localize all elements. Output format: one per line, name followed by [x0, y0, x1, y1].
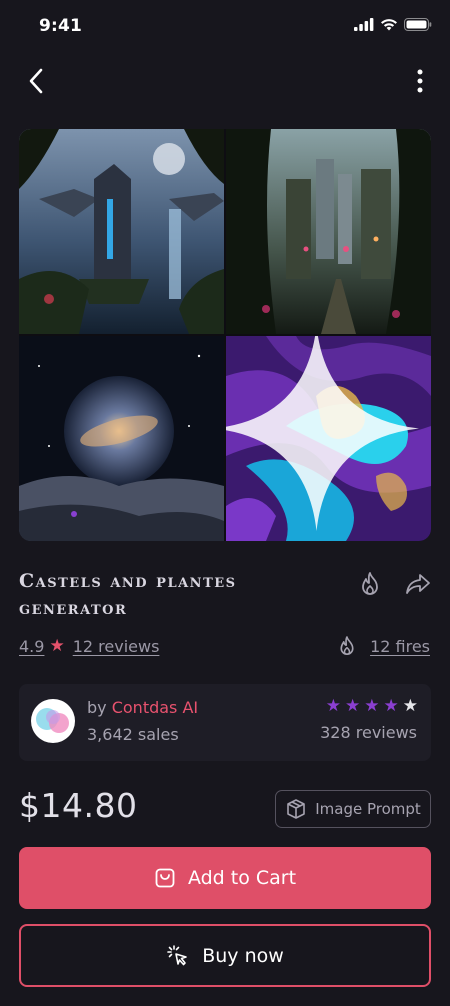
- image-prompt-label: Image Prompt: [315, 800, 421, 818]
- star-icon: ★: [325, 696, 341, 716]
- star-icon: ★: [345, 696, 361, 716]
- share-icon: [406, 574, 430, 594]
- seller-star-rating: ★ ★ ★ ★ ★: [326, 696, 418, 716]
- more-options-button[interactable]: [410, 66, 430, 96]
- rating-value[interactable]: 4.9: [19, 637, 44, 656]
- fire-button[interactable]: [356, 570, 384, 598]
- product-title: Castels and plantes generator: [19, 570, 237, 619]
- battery-icon: [404, 18, 432, 31]
- seller-avatar[interactable]: [31, 699, 75, 743]
- signal-icon: [354, 18, 374, 31]
- status-time: 9:41: [39, 16, 83, 36]
- star-icon: ★: [383, 696, 399, 716]
- rating-row: 4.9 ★ 12 reviews: [19, 634, 159, 658]
- gallery-image-jungle-city[interactable]: [226, 129, 431, 334]
- status-bar: 9:41: [0, 0, 450, 54]
- back-arrow-icon: [29, 68, 43, 94]
- status-icons: [354, 18, 432, 31]
- click-icon: [167, 944, 188, 965]
- star-icon: ★: [402, 696, 418, 716]
- buy-now-label: Buy now: [202, 944, 284, 967]
- more-vertical-icon: [417, 69, 423, 93]
- reviews-link[interactable]: 12 reviews: [73, 637, 160, 656]
- image-gallery[interactable]: [19, 129, 431, 541]
- box-icon: [287, 799, 306, 819]
- share-button[interactable]: [404, 570, 432, 598]
- seller-by-prefix: by: [87, 698, 107, 717]
- image-prompt-button[interactable]: Image Prompt: [275, 790, 431, 828]
- gallery-image-galaxy-orb[interactable]: [19, 336, 224, 541]
- seller-sales: 3,642 sales: [87, 725, 179, 744]
- seller-reviews[interactable]: 328 reviews: [320, 723, 417, 742]
- buy-now-button[interactable]: Buy now: [19, 924, 431, 987]
- sparkle-icon: [226, 336, 419, 531]
- gallery-image-fluid-art[interactable]: [226, 336, 431, 541]
- add-to-cart-label: Add to Cart: [187, 867, 297, 889]
- fire-icon: [362, 572, 378, 595]
- cart-icon: [155, 868, 175, 888]
- seller-name[interactable]: Contdas AI: [112, 698, 198, 717]
- gallery-image-floating-castle[interactable]: [19, 129, 224, 334]
- back-button[interactable]: [22, 66, 50, 96]
- fires-row: 12 fires: [338, 634, 430, 658]
- star-icon: ★: [49, 636, 65, 656]
- wifi-icon: [381, 19, 397, 31]
- seller-card[interactable]: by Contdas AI 3,642 sales ★ ★ ★ ★ ★ 328 …: [19, 684, 431, 761]
- add-to-cart-button[interactable]: Add to Cart: [19, 847, 431, 909]
- fires-link[interactable]: 12 fires: [370, 637, 430, 656]
- seller-byline: by Contdas AI: [87, 698, 198, 717]
- title-actions: [356, 570, 432, 598]
- nav-bar: [0, 58, 450, 104]
- product-price: $14.80: [19, 786, 138, 825]
- star-icon: ★: [364, 696, 380, 716]
- fire-icon: [340, 636, 354, 655]
